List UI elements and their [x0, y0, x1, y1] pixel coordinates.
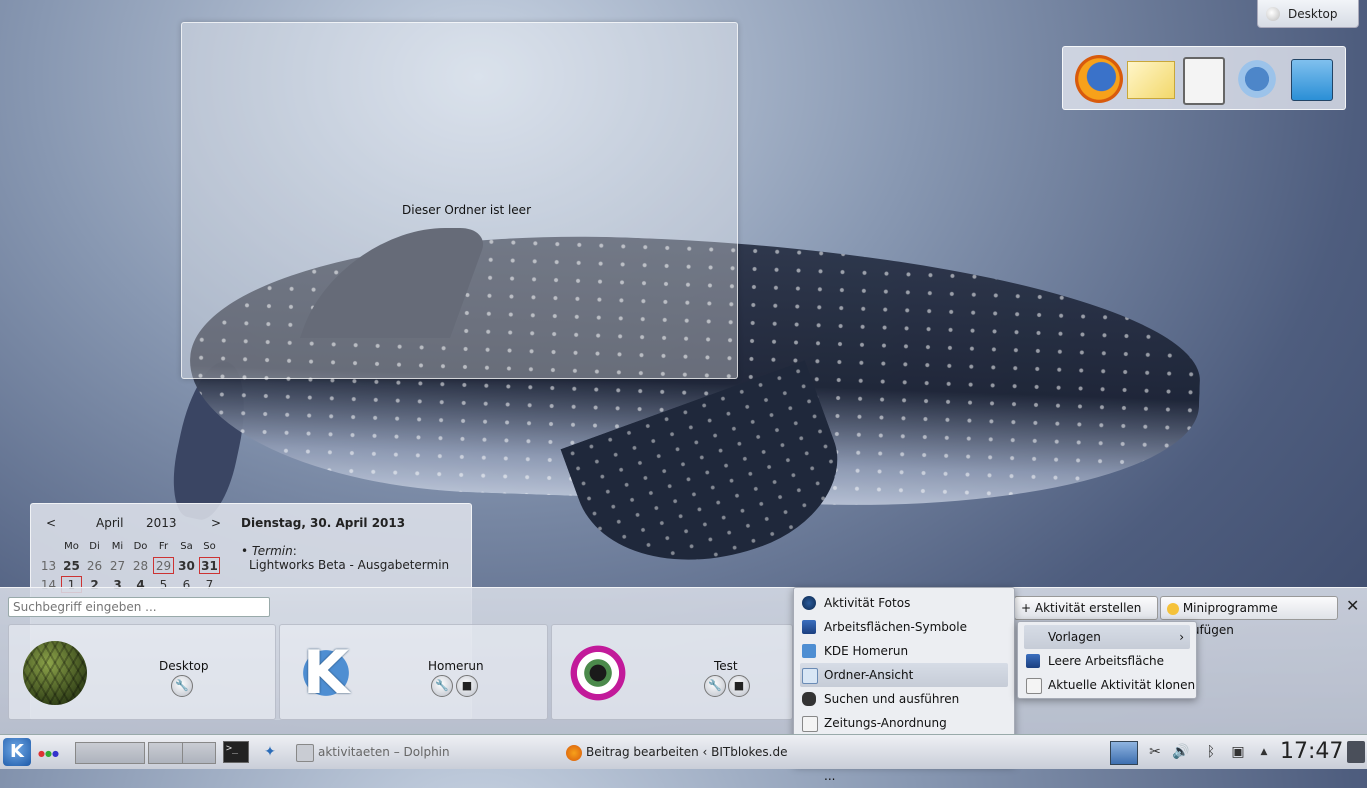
firefox-small-icon [566, 744, 582, 761]
network-icon[interactable]: ▣ [1230, 744, 1246, 760]
create-activity-button[interactable]: + Aktivität erstellen ... [1014, 596, 1158, 637]
activity-card-homerun[interactable]: K Homerun 🔧 ■ [279, 624, 548, 720]
task-firefox[interactable]: Beitrag bearbeiten ‹ BITblokes.de | Lin [566, 735, 792, 769]
photo-activity-icon [802, 596, 816, 610]
activity-search-input[interactable] [8, 597, 270, 617]
desktop-toolbox-label: Desktop [1288, 6, 1338, 21]
kde-system-icon[interactable]: ✦ [262, 744, 278, 760]
plus-icon: + [1021, 601, 1035, 615]
weekday-label: Mi [111, 541, 124, 552]
virtual-desktop-1[interactable] [75, 742, 145, 764]
weekday-label: Do [133, 541, 148, 552]
scissors-icon[interactable]: ✂ [1147, 744, 1163, 760]
event-entry: • Termin: [241, 544, 297, 558]
event-label: Termin [251, 544, 293, 558]
file-cabinet-icon[interactable] [1291, 59, 1333, 101]
activity-title: Desktop [159, 659, 209, 673]
calendar-month[interactable]: April [96, 516, 123, 530]
calendar-day[interactable]: 29 [152, 556, 175, 575]
bluetooth-icon[interactable]: ᛒ [1203, 744, 1219, 760]
menu-item-empty-desktop[interactable]: Leere Arbeitsfläche [1018, 649, 1196, 673]
submenu-arrow-icon: › [1179, 630, 1184, 644]
firefox-icon[interactable] [1075, 55, 1123, 103]
globe-icon [23, 641, 87, 705]
stop-activity-button[interactable]: ■ [456, 675, 478, 697]
desktop-toolbox-button[interactable]: Desktop [1257, 0, 1359, 28]
terminal-icon[interactable]: >_ [223, 741, 249, 763]
activity-switcher-icon[interactable]: ●●● [38, 749, 59, 758]
clone-icon [1026, 678, 1042, 694]
binoculars-icon [802, 692, 816, 706]
menu-item-search-and-launch[interactable]: Suchen und ausführen [794, 687, 1014, 711]
weekday-label: Mo [64, 541, 79, 552]
newspaper-icon [802, 716, 818, 732]
taskbar: K ●●● >_ ✦ aktivitaeten – Dolphin Beitra… [0, 734, 1367, 769]
tray-expand-icon[interactable]: ▲ [1256, 744, 1272, 760]
display-icon[interactable] [1110, 741, 1138, 765]
templates-submenu: Vorlagen › Leere Arbeitsfläche Aktuelle … [1017, 621, 1197, 699]
dolphin-icon [296, 743, 314, 762]
calendar-year[interactable]: 2013 [146, 516, 177, 530]
activity-title: Test [714, 659, 738, 673]
activity-card-desktop[interactable]: Desktop 🔧 [8, 624, 276, 720]
kde-logo-icon: K [294, 641, 358, 705]
calendar-day[interactable]: 28 [129, 556, 152, 575]
volume-icon[interactable]: 🔊 [1172, 744, 1189, 760]
stop-activity-button[interactable]: ■ [728, 675, 750, 697]
calendar-day[interactable]: 30 [175, 556, 198, 575]
configure-activity-button[interactable]: 🔧 [704, 675, 726, 697]
weekday-label: Sa [180, 541, 193, 552]
add-widgets-button[interactable]: Miniprogramme hinzufügen [1160, 596, 1338, 637]
quicklaunch-widget [1062, 46, 1346, 110]
virtual-desktop-2[interactable] [148, 742, 216, 764]
desktop-icons-icon [802, 620, 816, 634]
kde-menu-button[interactable]: K [3, 738, 31, 766]
menu-item-desktop-icons[interactable]: Arbeitsflächen-Symbole [794, 615, 1014, 639]
calendar-prev-button[interactable]: < [46, 516, 56, 530]
menu-item-newspaper[interactable]: Zeitungs-Anordnung [794, 711, 1014, 735]
activity-card-test[interactable]: Test 🔧 ■ [551, 624, 793, 720]
clock[interactable]: 17:47 [1280, 735, 1343, 769]
close-activity-manager-button[interactable]: ✕ [1346, 596, 1359, 615]
event-title: Lightworks Beta - Ausgabetermin [249, 558, 450, 572]
event-date: Dienstag, 30. April 2013 [241, 516, 406, 530]
widgets-icon [1167, 602, 1179, 615]
calendar-grid: Mo Di Mi Do Fr Sa So 13 25 26 27 28 29 3… [37, 537, 221, 594]
configure-activity-button[interactable]: 🔧 [431, 675, 453, 697]
weekday-label: Di [89, 541, 100, 552]
toolbox-icon [1266, 6, 1280, 21]
menu-item-templates[interactable]: Vorlagen › [1024, 625, 1190, 649]
folder-view-icon [802, 668, 818, 684]
calendar-day[interactable]: 25 [60, 556, 83, 575]
homerun-icon [802, 644, 816, 658]
weekday-label: So [203, 541, 216, 552]
mail-icon[interactable] [1127, 61, 1175, 99]
configure-activity-button[interactable]: 🔧 [171, 675, 193, 697]
menu-item-folder-view[interactable]: Ordner-Ansicht [800, 663, 1008, 687]
menu-item-clone-activity[interactable]: Aktuelle Aktivität klonen [1018, 673, 1196, 697]
calendar-day[interactable]: 31 [198, 556, 221, 575]
task-dolphin[interactable]: aktivitaeten – Dolphin [296, 735, 486, 769]
document-icon[interactable] [1183, 57, 1225, 105]
weekday-label: Fr [158, 541, 169, 552]
folder-empty-message: Dieser Ordner ist leer [402, 203, 531, 217]
calendar-next-button[interactable]: > [211, 516, 221, 530]
kde-settings-icon[interactable] [1233, 55, 1281, 103]
menu-item-photo-activity[interactable]: Aktivität Fotos [794, 591, 1014, 615]
eye-icon [566, 641, 630, 705]
calendar-event-panel: Dienstag, 30. April 2013 • Termin: Light… [241, 516, 461, 572]
calendar-day[interactable]: 27 [106, 556, 129, 575]
activity-title: Homerun [428, 659, 484, 673]
desktop-icon [1026, 654, 1040, 668]
panel-toolbox-icon[interactable] [1347, 741, 1365, 763]
week-number: 13 [40, 558, 57, 573]
menu-item-homerun[interactable]: KDE Homerun [794, 639, 1014, 663]
calendar-day[interactable]: 26 [83, 556, 106, 575]
folder-view-widget[interactable]: Dieser Ordner ist leer [181, 22, 738, 379]
